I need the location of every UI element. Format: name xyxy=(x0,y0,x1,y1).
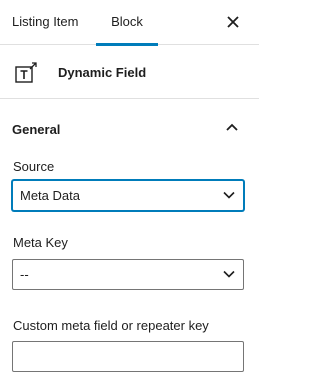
meta-key-value: -- xyxy=(20,267,29,282)
tab-listing-item[interactable]: Listing Item xyxy=(12,0,78,45)
source-label: Source xyxy=(13,159,55,174)
custom-key-input[interactable] xyxy=(12,341,244,372)
panel-title: General xyxy=(12,122,61,137)
custom-key-label: Custom meta field or repeater key xyxy=(13,318,209,333)
chevron-down-icon xyxy=(223,191,235,199)
dynamic-field-icon xyxy=(15,62,37,83)
chevron-up-icon xyxy=(226,123,238,131)
source-value: Meta Data xyxy=(20,188,80,203)
block-card: Dynamic Field xyxy=(0,45,259,99)
meta-key-select[interactable]: -- xyxy=(12,259,244,290)
meta-key-label: Meta Key xyxy=(13,235,68,250)
source-select[interactable]: Meta Data xyxy=(12,180,244,211)
chevron-down-icon xyxy=(223,270,235,278)
block-title: Dynamic Field xyxy=(58,65,147,80)
close-icon[interactable] xyxy=(225,14,241,30)
sidebar-tabs: Listing Item Block xyxy=(0,0,259,46)
tab-block[interactable]: Block xyxy=(96,0,158,46)
general-panel-toggle[interactable]: General xyxy=(0,99,259,157)
